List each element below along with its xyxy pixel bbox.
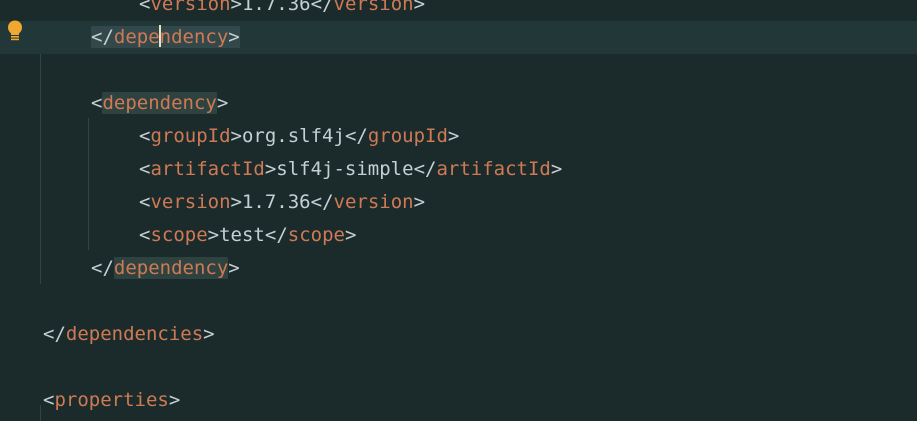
- code-line-content: <groupId>org.slf4j</groupId>: [139, 120, 459, 153]
- code-line[interactable]: <properties>: [0, 384, 917, 417]
- xml-bracket: </: [310, 0, 334, 15]
- code-line[interactable]: [0, 351, 917, 384]
- xml-tag-name: version: [150, 191, 231, 213]
- xml-tag-name: ndency: [159, 26, 229, 48]
- xml-bracket: >: [344, 224, 357, 246]
- code-line[interactable]: <version>1.7.36</version>: [0, 186, 917, 219]
- xml-tag-name: dependency: [113, 257, 229, 279]
- code-line[interactable]: [0, 54, 917, 87]
- xml-bracket: </: [43, 323, 66, 345]
- xml-bracket: </: [91, 26, 114, 48]
- code-line[interactable]: <artifactId>slf4j-simple</artifactId>: [0, 153, 917, 186]
- code-editor[interactable]: <version>1.7.36</version> </dependency> <d…: [0, 0, 917, 421]
- xml-bracket: >: [207, 224, 220, 246]
- xml-bracket: <: [139, 224, 151, 246]
- xml-bracket: >: [203, 323, 215, 345]
- xml-bracket: <: [139, 0, 151, 15]
- xml-bracket: >: [550, 158, 563, 180]
- xml-bracket: <: [139, 158, 151, 180]
- code-line[interactable]: </dependency>: [0, 252, 917, 285]
- xml-bracket: >: [413, 191, 426, 213]
- code-line-content: <artifactId>slf4j-simple</artifactId>: [139, 153, 562, 186]
- xml-tag-name: scope: [287, 224, 345, 246]
- xml-tag-name: version: [333, 0, 414, 15]
- xml-text: test: [219, 224, 265, 246]
- code-line[interactable]: <groupId>org.slf4j</groupId>: [0, 120, 917, 153]
- xml-bracket: <: [139, 125, 151, 147]
- xml-bracket: <: [139, 191, 151, 213]
- code-line-content: <version>1.7.36</version>: [139, 186, 425, 219]
- matching-tag-highlight: dependency: [113, 257, 229, 279]
- xml-bracket: >: [230, 0, 242, 15]
- code-line-content: </dependency>: [91, 21, 240, 54]
- matching-tag-highlight: </dependency>: [91, 24, 240, 48]
- xml-bracket: >: [216, 92, 229, 114]
- xml-bracket: >: [264, 158, 277, 180]
- code-line[interactable]: </dependencies>: [0, 318, 917, 351]
- code-line-content: <version>1.7.36</version>: [139, 0, 425, 21]
- xml-bracket: </: [310, 191, 334, 213]
- xml-tag-name: properties: [54, 389, 169, 411]
- xml-text: org.slf4j: [241, 125, 345, 147]
- xml-tag-name: scope: [150, 224, 208, 246]
- code-line-content: <dependency>: [91, 87, 228, 120]
- xml-bracket: <: [91, 92, 103, 114]
- code-line[interactable]: <dependency>: [0, 87, 917, 120]
- matching-tag-highlight: dependency: [102, 92, 217, 114]
- xml-tag-name: dependencies: [65, 323, 204, 345]
- xml-bracket: <: [43, 389, 55, 411]
- xml-tag-name: dependency: [102, 92, 217, 114]
- xml-text: slf4j-simple: [276, 158, 414, 180]
- xml-tag-name: depe: [113, 26, 160, 48]
- xml-tag-name: groupId: [367, 125, 448, 147]
- xml-bracket: >: [228, 257, 240, 279]
- xml-text: 1.7.36: [241, 0, 311, 15]
- xml-bracket: >: [230, 125, 242, 147]
- xml-tag-name: version: [150, 0, 231, 15]
- xml-bracket: >: [168, 389, 181, 411]
- code-line-content: </dependencies>: [43, 318, 215, 351]
- xml-bracket: >: [230, 191, 242, 213]
- lightbulb-icon[interactable]: [7, 20, 23, 42]
- xml-bracket: </: [91, 257, 114, 279]
- xml-bracket: >: [447, 125, 460, 147]
- xml-bracket: </: [413, 158, 437, 180]
- xml-bracket: >: [413, 0, 426, 15]
- xml-bracket: </: [264, 224, 288, 246]
- code-line-content: <scope>test</scope>: [139, 219, 356, 252]
- code-line[interactable]: [0, 285, 917, 318]
- code-line-content: <properties>: [43, 384, 180, 417]
- xml-text: 1.7.36: [241, 191, 311, 213]
- xml-bracket: </: [344, 125, 368, 147]
- code-line-content: </dependency>: [91, 252, 240, 285]
- xml-tag-name: version: [333, 191, 414, 213]
- xml-tag-name: artifactId: [150, 158, 265, 180]
- xml-tag-name: artifactId: [436, 158, 551, 180]
- code-line[interactable]: <version>1.7.36</version>: [0, 0, 917, 21]
- code-line[interactable]: </dependency>: [0, 21, 917, 54]
- xml-bracket: >: [228, 26, 240, 48]
- xml-tag-name: groupId: [150, 125, 231, 147]
- text-caret: [158, 24, 161, 47]
- code-line[interactable]: <scope>test</scope>: [0, 219, 917, 252]
